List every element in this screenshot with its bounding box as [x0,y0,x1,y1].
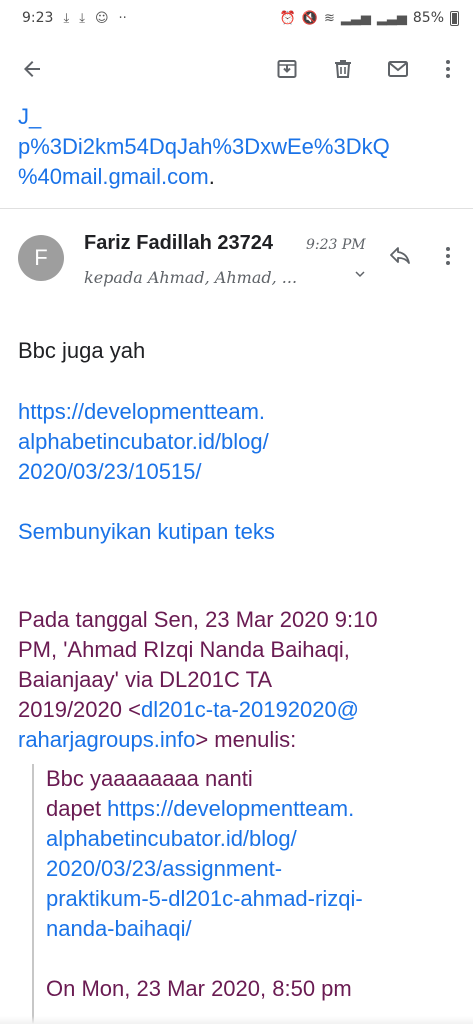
mute-icon: 🔇 [301,10,318,26]
download-icon: ⤓ [79,10,85,26]
mail-icon [388,61,408,77]
wifi-icon: ≋ [323,10,335,26]
delete-icon [335,60,351,78]
mark-unread-button[interactable] [378,49,418,89]
sender-name: Fariz Fadillah 23724 [84,232,273,254]
chevron-down-icon[interactable] [352,266,368,282]
more-notifications: ·· [118,10,127,26]
quote-intro: Pada tanggal Sen, 23 Mar 2020 9:10 PM, '… [18,605,378,755]
quote-intro-line: Baianjaay' via DL201C TA [18,667,273,692]
quote-intro-line: PM, 'Ahmad RIzqi Nanda Baihaqi, [18,637,350,662]
quote-intro-line: Pada tanggal Sen, 23 Mar 2020 9:10 [18,607,378,632]
more-vert-icon [446,247,450,265]
quoted-line: On Mon, 23 Mar 2020, 8:50 pm [46,976,352,1001]
back-arrow-icon [24,61,40,77]
more-options-button[interactable] [428,49,468,89]
message-divider [0,208,473,209]
tail-link-line[interactable]: J_ [18,102,458,132]
archive-button[interactable] [267,49,307,89]
quoted-line: Bbc yaaaaaaaa nanti [46,766,253,791]
signal-icon: ▂▃▅ [376,10,407,26]
tail-period: . [208,164,215,189]
quote-intro-line: > menulis: [195,727,297,752]
nav-bar-hint [0,1016,473,1024]
back-button[interactable] [12,49,52,89]
download-icon: ⤓ [63,10,70,26]
clock: 9:23 [22,10,54,26]
link-line[interactable]: 2020/03/23/10515/ [18,457,269,487]
tail-link-line[interactable]: p%3Di2km54DqJah%3DxwEe%3DkQ [18,132,458,162]
previous-message-tail: J_ p%3Di2km54DqJah%3DxwEe%3DkQ %40mail.g… [18,102,458,192]
battery-icon [450,10,459,26]
wechat-icon: ☺ [94,10,109,26]
hide-quoted-text-button[interactable]: Sembunyikan kutipan teks [18,517,275,547]
alarm-icon: ⏰ [279,10,296,26]
message-time: 9:23 PM [306,237,366,253]
reply-icon [390,247,410,264]
status-bar: 9:23 ⤓ ⤓ ☺ ·· ⏰ 🔇 ≋ ▂▃▅ ▂▃▅ 85% [0,0,473,36]
quoted-message: Bbc yaaaaaaaa nanti dapet https://develo… [46,764,466,1004]
more-vert-icon [446,60,450,78]
signal-icon: ▂▃▅ [340,10,371,26]
assignment-link[interactable]: nanda-baihaqi/ [46,914,466,944]
blog-link[interactable]: https://developmentteam. alphabetincubat… [18,397,269,487]
group-email-link[interactable]: raharjagroups.info [18,727,195,752]
battery-percent: 85% [412,10,444,26]
link-line[interactable]: https://developmentteam. [18,397,269,427]
link-line[interactable]: alphabetincubator.id/blog/ [18,427,269,457]
assignment-link[interactable]: https://developmentteam. [107,796,354,821]
status-left: 9:23 ⤓ ⤓ ☺ ·· [22,10,127,26]
quoted-line: dapet [46,796,108,821]
reply-button[interactable] [380,236,420,276]
quote-intro-line: 2019/2020 < [18,697,141,722]
delete-button[interactable] [323,49,363,89]
message-body-text: Bbc juga yah [18,338,146,363]
archive-icon [277,60,297,78]
recipients-summary[interactable]: kepada Ahmad, Ahmad, ... [84,268,297,287]
avatar[interactable]: F [18,235,64,281]
assignment-link[interactable]: praktikum-5-dl201c-ahmad-rizqi- [46,884,466,914]
quote-bar [32,764,34,1024]
group-email-link[interactable]: dl201c-ta-20192020@ [141,697,359,722]
tail-link-line[interactable]: %40mail.gmail.com [18,164,209,189]
message-more-button[interactable] [428,236,468,276]
status-right: ⏰ 🔇 ≋ ▂▃▅ ▂▃▅ 85% [280,10,459,26]
assignment-link[interactable]: 2020/03/23/assignment- [46,854,466,884]
app-bar [0,36,473,102]
assignment-link[interactable]: alphabetincubator.id/blog/ [46,824,466,854]
